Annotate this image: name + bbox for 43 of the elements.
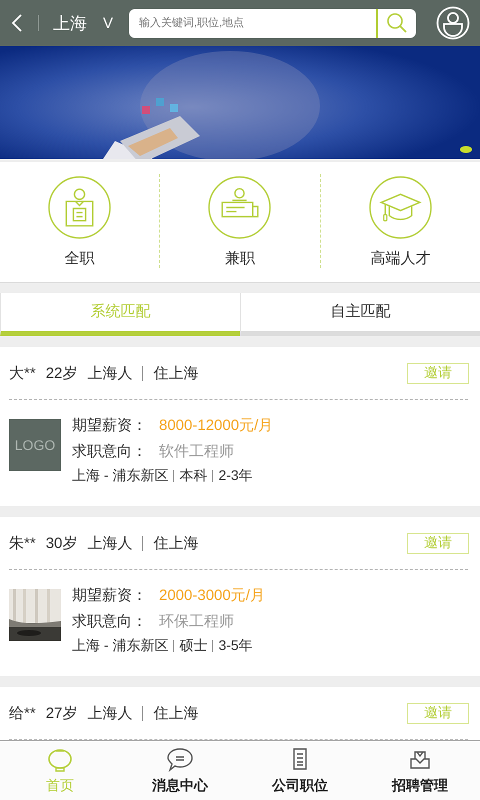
location-text: 上海 - 浦东新区 (72, 467, 168, 486)
category-label[interactable]: 兼职 (224, 248, 255, 268)
salary-label: 期望薪资： (72, 586, 147, 606)
city-selector[interactable]: 上海 (53, 12, 87, 35)
salary-label: 期望薪资： (72, 416, 147, 436)
category-label[interactable]: 高端人才 (370, 248, 430, 268)
intent-value: 环保工程师 (159, 612, 234, 632)
candidate-age: 27岁 (46, 704, 78, 723)
nav-tab[interactable]: 招聘管理 (360, 741, 480, 800)
location-text: 上海 - 浦东新区 (72, 637, 168, 656)
education-text: 本科 (179, 467, 208, 486)
experience-text: 3-5年 (218, 637, 253, 656)
nav-tab[interactable]: 消息中心 (120, 741, 240, 800)
experience-text: 2-3年 (218, 467, 253, 486)
intent-label: 求职意向： (72, 612, 147, 632)
tab[interactable]: 自主匹配 (240, 292, 480, 336)
logo-image: LOGO (9, 419, 61, 472)
user-icon[interactable] (436, 6, 470, 40)
search-button[interactable] (376, 8, 416, 38)
candidate-origin: 上海人 (87, 364, 132, 383)
candidate-residence: 住上海 (153, 534, 198, 553)
candidate-residence: 住上海 (153, 364, 198, 383)
category-label[interactable]: 全职 (64, 248, 95, 268)
message-icon (167, 746, 193, 772)
salary-value: 2000-3000元/月 (159, 586, 265, 606)
candidate-name: 朱** (9, 534, 36, 553)
candidate-residence: 住上海 (153, 704, 198, 723)
back-icon[interactable] (10, 13, 24, 34)
education-text: 硕士 (179, 637, 208, 656)
candidate-origin: 上海人 (87, 704, 132, 723)
candidate-name: 大** (9, 364, 36, 383)
intent-value: 软件工程师 (159, 442, 234, 462)
intent-label: 求职意向： (72, 442, 147, 462)
home-icon (47, 746, 73, 772)
candidate-age: 30岁 (46, 534, 78, 553)
candidate-origin: 上海人 (87, 534, 132, 553)
candidate-name: 给** (9, 704, 36, 723)
salary-value: 8000-12000元/月 (159, 416, 274, 436)
caret-icon[interactable]: V (103, 14, 114, 32)
nav-tab[interactable]: 公司职位 (240, 741, 360, 800)
search-field[interactable]: 输入关键词,职位,地点 (129, 8, 376, 38)
candidate-age: 22岁 (46, 364, 78, 383)
search-icon (386, 12, 408, 34)
